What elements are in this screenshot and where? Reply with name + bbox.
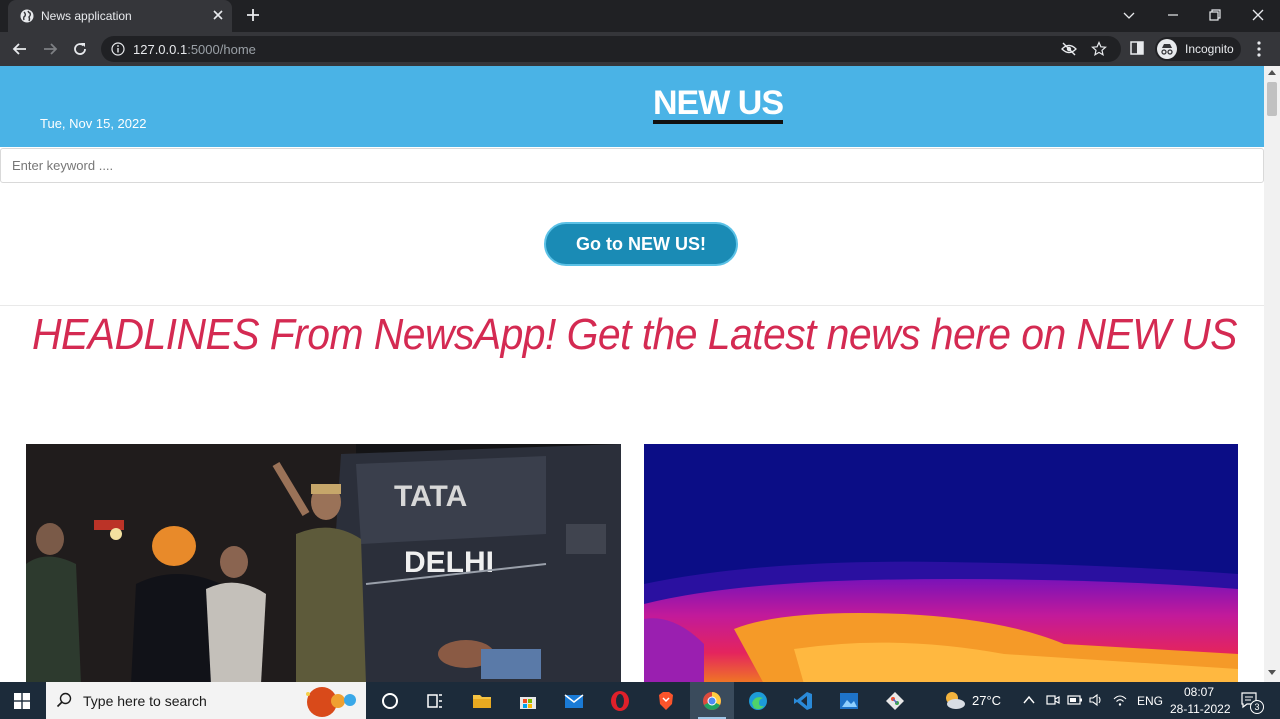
globe-icon — [20, 9, 34, 23]
headlines-heading: HEADLINES From NewsApp! Get the Latest n… — [32, 310, 1237, 359]
edge-icon[interactable] — [747, 690, 769, 712]
search-highlight-icon — [306, 687, 356, 717]
search-icon — [56, 692, 72, 708]
weather-cloudy-icon[interactable] — [942, 689, 966, 711]
news-photo-delhi-police-van: TATA DELHI — [26, 444, 621, 682]
cortana-icon[interactable] — [379, 690, 401, 712]
clock-time[interactable]: 08:07 — [1184, 685, 1214, 699]
news-photo-thermal-lava — [644, 444, 1238, 682]
notification-count-badge: 3 — [1250, 700, 1264, 714]
back-arrow-icon[interactable] — [11, 40, 29, 58]
forward-arrow-icon[interactable] — [41, 40, 59, 58]
close-tab-icon[interactable] — [211, 8, 225, 22]
chrome-incognito-icon — [703, 692, 721, 710]
browser-tab-strip: News application — [0, 0, 1280, 32]
side-panel-icon[interactable] — [1130, 41, 1144, 55]
browser-toolbar: 127.0.0.1:5000/home Incognito — [0, 32, 1280, 66]
incognito-badge[interactable]: Incognito — [1155, 37, 1241, 61]
incognito-label: Incognito — [1185, 42, 1234, 56]
info-icon[interactable] — [111, 42, 125, 56]
clock-date[interactable]: 28-11-2022 — [1170, 702, 1231, 716]
page-scrollbar[interactable] — [1264, 66, 1280, 682]
news-card-image-1[interactable]: TATA DELHI — [26, 444, 621, 682]
microsoft-store-icon[interactable] — [517, 690, 539, 712]
close-window-icon[interactable] — [1250, 7, 1266, 23]
mail-icon[interactable] — [563, 690, 585, 712]
news-card-image-2[interactable] — [644, 444, 1238, 682]
scroll-down-arrow-icon[interactable] — [1268, 670, 1276, 675]
photos-icon[interactable] — [838, 690, 860, 712]
taskbar-search-box[interactable]: Type here to search — [46, 682, 366, 719]
incognito-icon — [1157, 39, 1177, 59]
scroll-thumb[interactable] — [1267, 82, 1277, 116]
chevron-up-icon[interactable] — [1022, 694, 1036, 706]
brave-icon[interactable] — [655, 690, 677, 712]
van-text-tata: TATA — [394, 480, 467, 513]
address-bar[interactable]: 127.0.0.1:5000/home — [101, 36, 1121, 62]
weather-temperature[interactable]: 27°C — [972, 693, 1001, 708]
file-explorer-icon[interactable] — [471, 690, 493, 712]
more-menu-icon[interactable] — [1252, 40, 1266, 58]
windows-taskbar: Type here to search 27°C ENG 08:07 28-11… — [0, 682, 1280, 719]
battery-icon[interactable] — [1067, 694, 1083, 706]
go-to-new-us-button[interactable]: Go to NEW US! — [544, 222, 738, 266]
tab-title: News application — [41, 9, 132, 23]
wifi-icon[interactable] — [1112, 693, 1128, 707]
task-view-icon[interactable] — [424, 690, 446, 712]
git-client-icon[interactable] — [884, 690, 906, 712]
minimize-icon[interactable] — [1165, 7, 1181, 23]
star-icon[interactable] — [1091, 41, 1107, 57]
taskbar-search-placeholder: Type here to search — [83, 693, 207, 709]
page-viewport: Tue, Nov 15, 2022 NEW US Go to NEW US! H… — [0, 66, 1264, 682]
site-title[interactable]: NEW US — [0, 84, 1264, 124]
section-divider — [0, 305, 1264, 306]
restore-icon[interactable] — [1207, 7, 1223, 23]
meet-now-icon[interactable] — [1046, 693, 1060, 707]
opera-icon[interactable] — [609, 690, 631, 712]
browser-tab[interactable]: News application — [8, 0, 232, 32]
new-tab-icon[interactable] — [246, 8, 260, 22]
scroll-up-arrow-icon[interactable] — [1268, 70, 1276, 75]
vscode-icon[interactable] — [792, 690, 814, 712]
eye-slash-icon[interactable] — [1061, 41, 1077, 57]
keyword-search-input[interactable] — [0, 148, 1264, 183]
chevron-down-icon[interactable] — [1121, 7, 1137, 23]
windows-start-icon[interactable] — [14, 693, 30, 709]
chrome-taskbar-button-active[interactable] — [690, 682, 734, 719]
reload-icon[interactable] — [71, 40, 89, 58]
url-text: 127.0.0.1:5000/home — [133, 42, 256, 57]
site-header: Tue, Nov 15, 2022 NEW US — [0, 66, 1264, 147]
input-language[interactable]: ENG — [1137, 694, 1163, 708]
volume-icon[interactable] — [1088, 693, 1104, 707]
